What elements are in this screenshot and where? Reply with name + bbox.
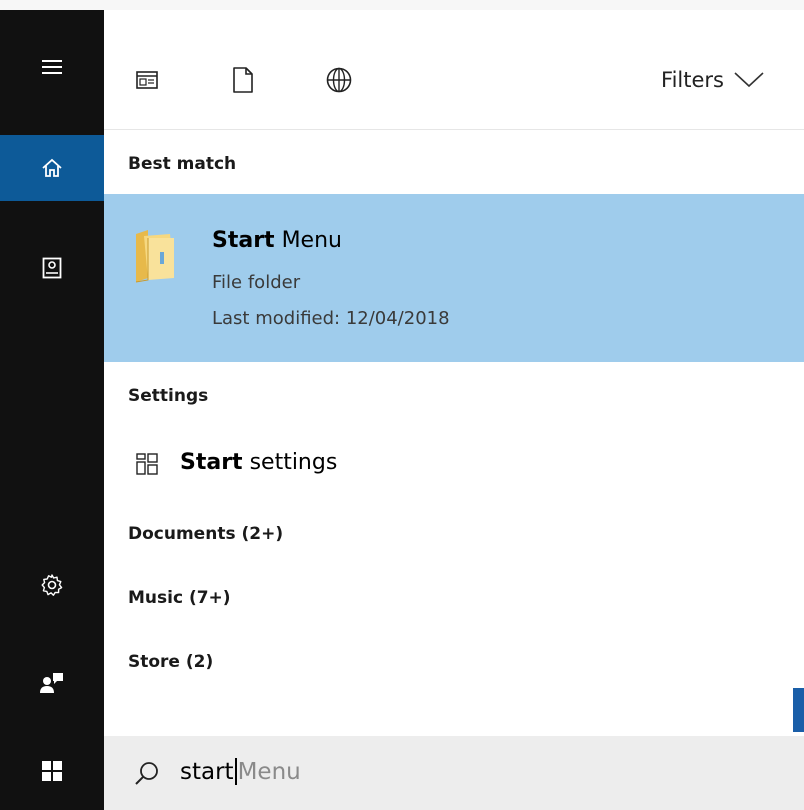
apps-icon <box>136 71 158 89</box>
best-match-type: File folder <box>212 272 301 293</box>
hamburger-menu-icon <box>42 60 62 74</box>
category-music[interactable]: Music (7+) <box>128 588 231 608</box>
windows-start-button[interactable] <box>0 738 104 804</box>
left-rail <box>0 10 104 810</box>
start-settings-icon <box>136 453 158 475</box>
start-settings-item[interactable]: Start settings <box>104 438 804 494</box>
taskbar-edge <box>793 688 804 732</box>
best-match-title-rest: Menu <box>274 228 342 253</box>
search-typed-text: start <box>180 758 234 785</box>
best-match-item[interactable]: Start Menu File folder Last modified: 12… <box>104 194 804 362</box>
user-feedback-icon <box>40 673 63 693</box>
category-documents[interactable]: Documents (2+) <box>128 524 283 544</box>
text-caret <box>234 758 237 785</box>
hamburger-menu-button[interactable] <box>0 34 104 100</box>
home-icon <box>42 158 62 177</box>
best-match-modified: Last modified: 12/04/2018 <box>212 308 450 329</box>
feedback-button[interactable] <box>0 650 104 716</box>
windows-start-icon <box>42 761 62 781</box>
filters-dropdown[interactable]: Filters <box>661 68 764 92</box>
settings-gear-icon <box>41 574 63 596</box>
search-suggestion-text: Menu <box>237 758 301 785</box>
filters-label: Filters <box>661 68 724 92</box>
best-match-header: Best match <box>128 154 237 174</box>
start-settings-label: Start settings <box>180 450 337 475</box>
home-button[interactable] <box>0 135 104 201</box>
settings-header: Settings <box>128 386 209 406</box>
top-strip <box>0 0 804 10</box>
settings-button[interactable] <box>0 552 104 618</box>
start-settings-label-bold: Start <box>180 450 243 475</box>
best-match-title: Start Menu <box>212 228 342 253</box>
document-icon <box>233 67 253 93</box>
notebook-button[interactable] <box>0 235 104 301</box>
search-input[interactable]: start Menu <box>180 758 301 785</box>
web-globe-icon <box>326 67 352 93</box>
apps-filter-button[interactable] <box>130 63 164 97</box>
search-results-panel: Filters Best match Start Menu File folde… <box>104 10 804 810</box>
chevron-down-icon <box>734 72 764 88</box>
documents-filter-button[interactable] <box>226 63 260 97</box>
web-filter-button[interactable] <box>322 63 356 97</box>
search-icon <box>135 762 158 785</box>
notebook-icon <box>42 257 62 279</box>
best-match-title-bold: Start <box>212 228 275 253</box>
search-bar[interactable]: start Menu <box>104 736 804 810</box>
folder-icon <box>135 230 174 283</box>
filter-toolbar: Filters <box>104 10 804 130</box>
category-store[interactable]: Store (2) <box>128 652 213 672</box>
start-settings-label-rest: settings <box>242 450 338 475</box>
